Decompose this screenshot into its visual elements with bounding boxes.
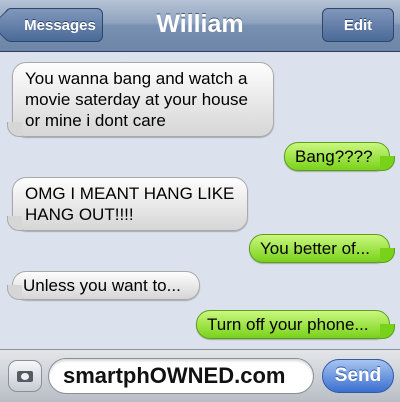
message-text: Turn off your phone... bbox=[207, 315, 369, 334]
send-button[interactable]: Send bbox=[322, 359, 394, 393]
message-text: Unless you want to... bbox=[23, 276, 181, 295]
message-outgoing: Bang???? bbox=[284, 142, 395, 171]
message-input[interactable]: smartphOWNED.com bbox=[48, 358, 314, 394]
message-outgoing: Turn off your phone... bbox=[196, 310, 395, 339]
message-incoming: You wanna bang and watch a movie saterda… bbox=[7, 62, 274, 137]
message-text: You better of... bbox=[260, 239, 370, 258]
edit-button[interactable]: Edit bbox=[322, 8, 394, 42]
message-text: OMG I MEANT HANG LIKE HANG OUT!!!! bbox=[25, 184, 235, 224]
message-outgoing: You better of... bbox=[249, 234, 395, 263]
navigation-bar: Messages William Edit bbox=[0, 0, 400, 52]
message-incoming: Unless you want to... bbox=[7, 271, 200, 300]
camera-button[interactable] bbox=[8, 360, 42, 392]
message-text: Bang???? bbox=[295, 147, 373, 166]
message-incoming: OMG I MEANT HANG LIKE HANG OUT!!!! bbox=[7, 177, 248, 231]
message-text: You wanna bang and watch a movie saterda… bbox=[25, 69, 249, 130]
compose-bar: smartphOWNED.com Send bbox=[0, 349, 400, 402]
back-button-label: Messages bbox=[24, 16, 96, 34]
